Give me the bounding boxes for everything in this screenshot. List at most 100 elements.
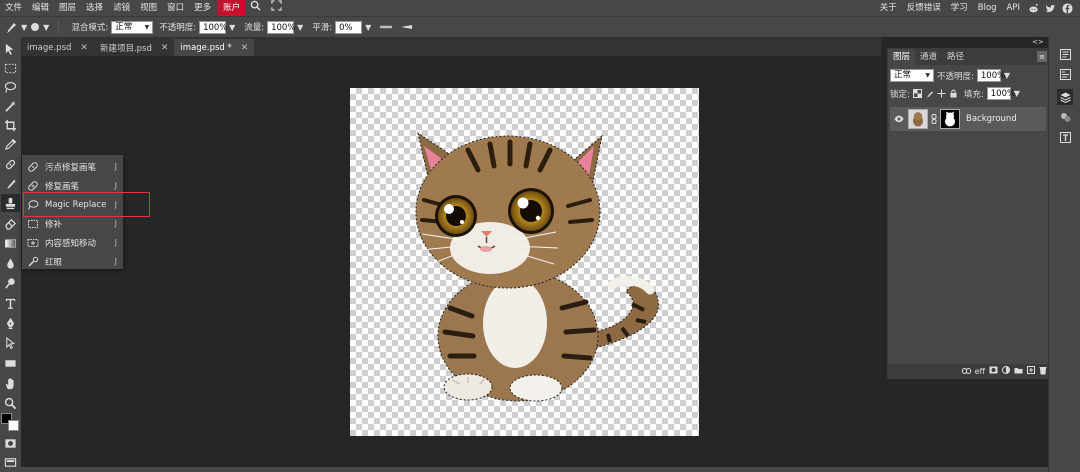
tab-layers[interactable]: 图层	[888, 49, 916, 65]
menu-account[interactable]: 账户	[218, 0, 246, 16]
smoothing-arrow-icon[interactable]: ▼	[365, 23, 371, 32]
fx-icon[interactable]: eff	[975, 367, 985, 376]
menu-filter[interactable]: 滤镜	[108, 0, 135, 16]
color-swatches[interactable]	[1, 413, 20, 433]
healing-brush-icon	[28, 180, 38, 191]
screen-mode-icon[interactable]	[1, 453, 20, 471]
fill-input[interactable]: 100%	[986, 87, 1015, 100]
hand-tool-icon[interactable]	[1, 374, 20, 392]
tab-new-project[interactable]: 新建项目.psd ✕	[94, 39, 174, 56]
reddit-icon[interactable]	[1028, 3, 1039, 14]
new-layer-icon[interactable]	[1027, 366, 1035, 376]
layer-thumbnail	[908, 109, 928, 129]
close-icon[interactable]: ✕	[80, 43, 88, 53]
menu-api[interactable]: API	[1002, 0, 1025, 16]
flow-label: 流量:	[244, 23, 265, 33]
menu-file[interactable]: 文件	[0, 0, 27, 16]
marquee-tool-icon[interactable]	[1, 59, 20, 77]
healing-tool-icon[interactable]	[1, 155, 20, 173]
eraser-tool-icon[interactable]	[1, 214, 20, 232]
shortcut-key: J	[114, 257, 117, 266]
search-icon[interactable]	[245, 0, 266, 16]
dodge-tool-icon[interactable]	[1, 274, 20, 292]
close-icon[interactable]: ✕	[161, 43, 169, 53]
zoom-tool-icon[interactable]	[1, 394, 20, 412]
pressure-size-icon[interactable]	[400, 23, 414, 31]
flyout-item-spot-heal[interactable]: 污点修复画笔 J	[22, 157, 123, 176]
lasso-tool-icon[interactable]	[1, 78, 20, 96]
opacity-arrow-icon[interactable]: ▼	[229, 23, 235, 32]
blur-tool-icon[interactable]	[1, 254, 20, 272]
blend-mode-select[interactable]: 正常 ▼	[111, 20, 154, 34]
fullscreen-icon[interactable]	[266, 0, 287, 16]
tab-channels[interactable]: 通道	[915, 49, 942, 65]
menu-feedback[interactable]: 反馈错误	[902, 0, 946, 16]
move-tool-icon[interactable]	[1, 40, 20, 58]
brush-tool-icon[interactable]	[1, 174, 20, 192]
trash-icon[interactable]	[1039, 366, 1047, 377]
crop-tool-icon[interactable]	[1, 116, 20, 134]
lock-position-icon[interactable]	[937, 89, 946, 98]
link-icon[interactable]	[961, 367, 971, 376]
history-panel-icon[interactable]	[1057, 46, 1073, 62]
fill-arrow-icon[interactable]: ▼	[1014, 89, 1020, 98]
lock-all-icon[interactable]	[949, 89, 958, 98]
brush-preset-icon[interactable]: ▼	[30, 22, 52, 32]
tab-paths[interactable]: 路径	[942, 49, 969, 65]
menu-layer[interactable]: 图层	[54, 0, 81, 16]
flyout-item-content-aware-move[interactable]: 内容感知移动 J	[22, 233, 123, 252]
magic-wand-tool-icon[interactable]	[1, 97, 20, 115]
panel-menu-icon[interactable]: ≡	[1037, 51, 1047, 62]
opacity-input[interactable]: 100%	[199, 20, 227, 34]
swatches-panel-icon[interactable]	[1057, 109, 1073, 125]
menu-edit[interactable]: 编辑	[27, 0, 54, 16]
pressure-toggle-icon[interactable]	[380, 23, 394, 31]
flyout-label: 内容感知移动	[45, 238, 97, 249]
layer-blend-select[interactable]: 正常 ▼	[890, 69, 934, 82]
menu-blog[interactable]: Blog	[973, 0, 1002, 16]
pen-tool-icon[interactable]	[1, 314, 20, 332]
mask-link-icon[interactable]	[931, 114, 937, 124]
layer-mask-thumbnail[interactable]	[940, 109, 960, 129]
adjustment-icon[interactable]	[1002, 366, 1010, 376]
mask-icon[interactable]	[989, 366, 998, 376]
menu-more[interactable]: 更多	[189, 0, 216, 16]
clone-stamp-tool-icon[interactable]	[1, 194, 20, 212]
flow-input[interactable]: 100%	[267, 20, 295, 34]
close-icon[interactable]: ✕	[241, 43, 249, 53]
collapse-arrows-icon[interactable]: <>	[1032, 38, 1044, 46]
brush-tool-icon[interactable]: ▼	[4, 21, 30, 34]
document-canvas[interactable]	[350, 88, 699, 436]
background-color[interactable]	[8, 420, 19, 431]
tool-preset-arrow-icon[interactable]: ▼	[21, 23, 27, 32]
character-panel-icon[interactable]	[1057, 129, 1073, 145]
tab-image-psd-modified[interactable]: image.psd * ✕	[174, 39, 255, 56]
layer-opacity-input[interactable]: 100%	[976, 69, 1005, 82]
twitter-icon[interactable]	[1045, 3, 1056, 14]
lock-transparency-icon[interactable]	[912, 89, 922, 98]
quick-mask-icon[interactable]	[1, 434, 20, 452]
tab-image-psd[interactable]: image.psd ✕	[21, 39, 94, 56]
menu-window[interactable]: 窗口	[162, 0, 189, 16]
layer-opacity-arrow-icon[interactable]: ▼	[1004, 71, 1010, 80]
menu-select[interactable]: 选择	[81, 0, 108, 16]
path-select-tool-icon[interactable]	[1, 334, 20, 352]
menu-view[interactable]: 视图	[135, 0, 162, 16]
brush-preset-arrow-icon[interactable]: ▼	[43, 23, 49, 32]
properties-panel-icon[interactable]	[1057, 66, 1073, 82]
eyedropper-tool-icon[interactable]	[1, 135, 20, 153]
gradient-tool-icon[interactable]	[1, 234, 20, 252]
menu-about[interactable]: 关于	[875, 0, 902, 16]
folder-icon[interactable]	[1014, 367, 1023, 376]
type-tool-icon[interactable]	[1, 294, 20, 312]
flow-arrow-icon[interactable]: ▼	[297, 23, 303, 32]
eye-icon[interactable]	[894, 115, 904, 123]
layer-row-background[interactable]: Background	[890, 107, 1046, 131]
flyout-item-red-eye[interactable]: 红眼 J	[22, 252, 123, 271]
lock-pixels-icon[interactable]	[925, 89, 934, 98]
shape-tool-icon[interactable]	[1, 354, 20, 372]
layers-panel-icon[interactable]	[1057, 89, 1073, 105]
menu-learn[interactable]: 学习	[946, 0, 973, 16]
facebook-icon[interactable]	[1062, 2, 1073, 14]
smoothing-input[interactable]: 0%	[335, 20, 363, 34]
